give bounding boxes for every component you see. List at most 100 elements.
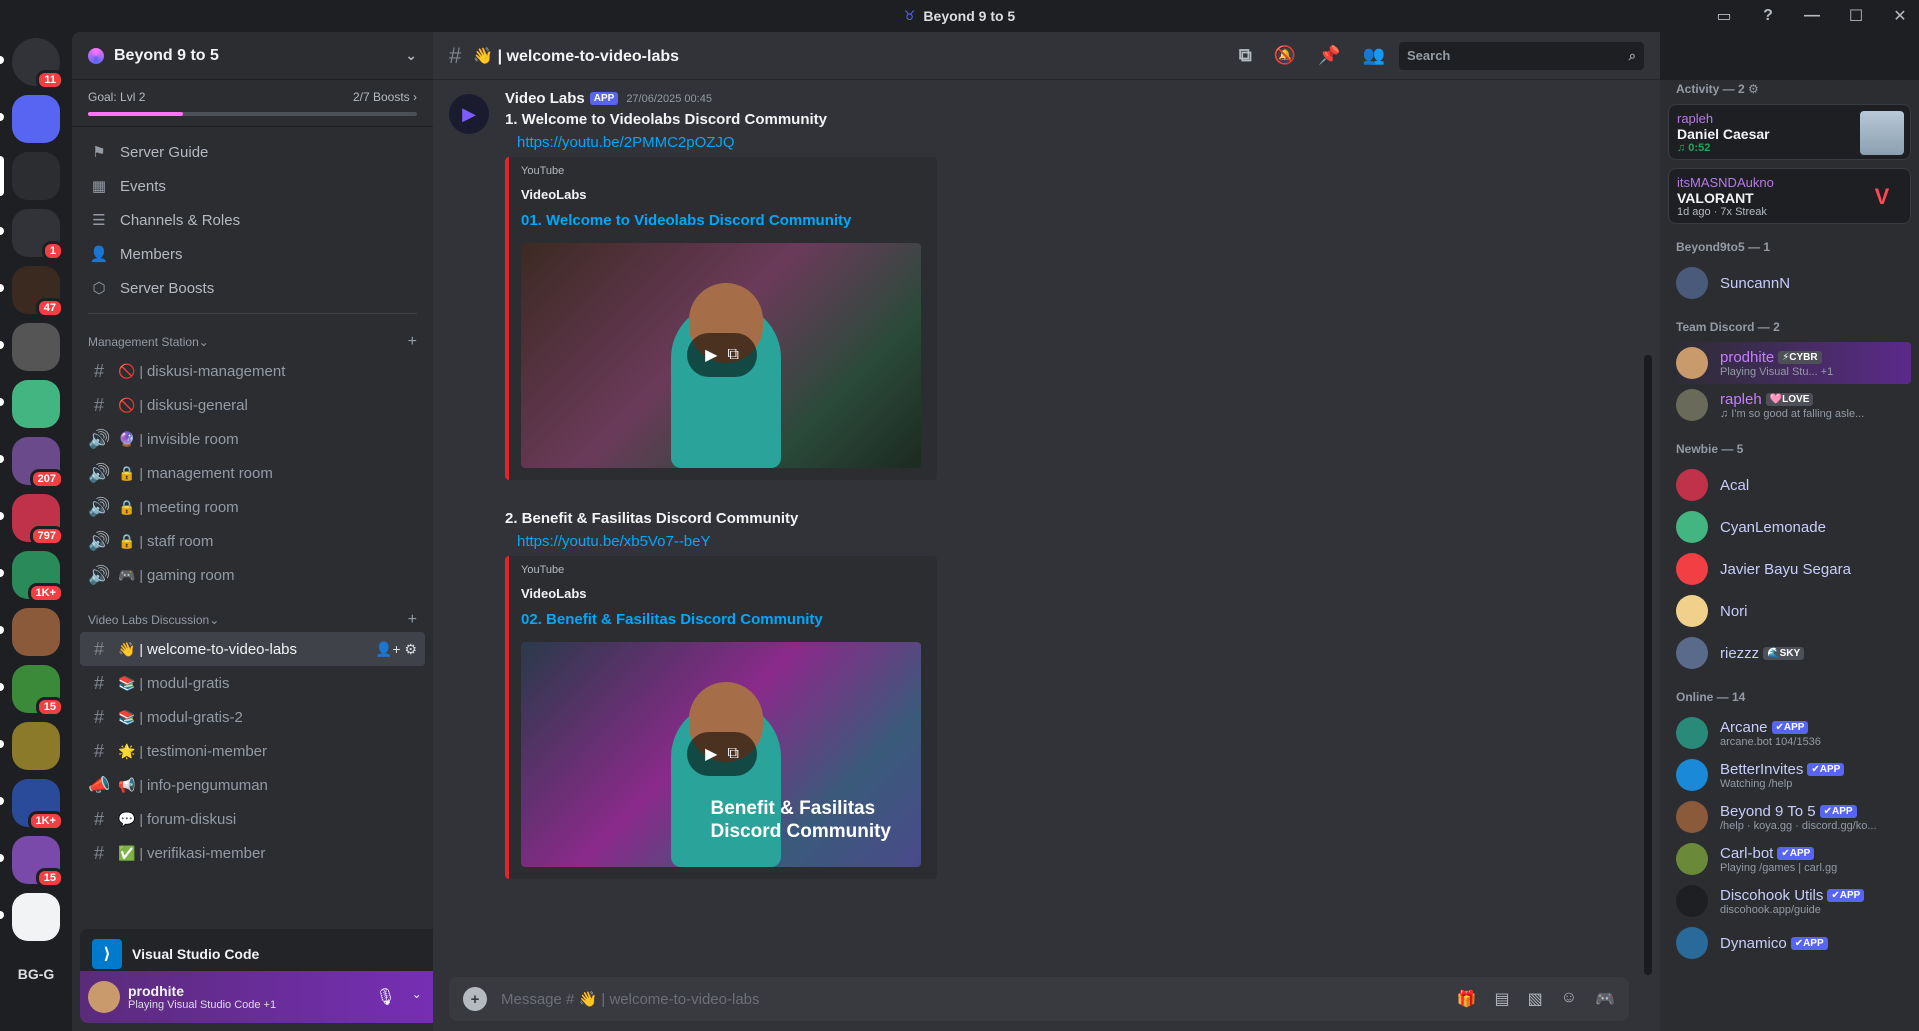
menu-item-channels-roles[interactable]: ☰ Channels & Roles (72, 203, 433, 237)
channel-verifikasi-member[interactable]: # ✅ | verifikasi-member (80, 836, 425, 870)
avatar[interactable]: ▶ (449, 94, 489, 134)
category-header[interactable]: Management Station ⌄ + (72, 330, 433, 354)
member-item[interactable]: riezzz 🌊SKY (1668, 632, 1911, 674)
sticker-icon[interactable]: ▧ (1528, 989, 1543, 1009)
member-item[interactable]: Beyond 9 To 5 ✔APP/help · koya.gg · disco… (1668, 796, 1911, 838)
threads-icon[interactable]: ⧉ (1239, 45, 1252, 66)
embed-author[interactable]: VideoLabs (521, 586, 925, 601)
channel-settings-icon[interactable]: 👤+ ⚙ (375, 641, 417, 658)
add-channel-icon[interactable]: + (408, 333, 417, 351)
channel-modul-gratis[interactable]: # 📚 | modul-gratis (80, 666, 425, 700)
notification-bell-icon[interactable]: 🔕 (1274, 45, 1296, 66)
member-list-icon[interactable]: 👥 (1363, 45, 1385, 66)
search-input[interactable]: Search ⌕ (1399, 41, 1644, 70)
server-icon-server-f[interactable] (0, 380, 60, 428)
menu-item-server-guide[interactable]: ⚑ Server Guide (72, 135, 433, 169)
embed-title[interactable]: 02. Benefit & Fasilitas Discord Communit… (521, 611, 925, 628)
server-icon-server-a[interactable] (0, 95, 60, 143)
apps-icon[interactable]: 🎮 (1595, 989, 1615, 1009)
member-item[interactable]: prodhite ⚡CYBR Playing Visual Stu... +1 (1668, 342, 1911, 384)
channel-testimoni-member[interactable]: # 🌟 | testimoni-member (80, 734, 425, 768)
channel-emoji: 👋 | (118, 640, 143, 657)
server-folder[interactable]: BG-G (12, 950, 60, 998)
add-channel-icon[interactable]: + (408, 611, 417, 629)
channel-meeting-room[interactable]: 🔊 🔒 | meeting room (80, 490, 425, 524)
chevron-down-icon[interactable]: ⌄ (412, 987, 422, 1007)
server-icon-server-g[interactable]: 207 (0, 437, 64, 489)
server-icon-server-n[interactable]: 15 (0, 836, 64, 888)
maximize-button[interactable]: ☐ (1845, 6, 1867, 26)
channel-staff-room[interactable]: 🔊 🔒 | staff room (80, 524, 425, 558)
channel-diskusi-general[interactable]: # 🚫 | diskusi-general (80, 388, 425, 422)
member-item[interactable]: Javier Bayu Segara (1668, 548, 1911, 590)
youtube-link[interactable]: https://youtu.be/2PMMC2pOZJQ (517, 134, 1660, 151)
scrollbar[interactable] (1644, 355, 1652, 975)
channel-diskusi-management[interactable]: # 🚫 | diskusi-management (80, 354, 425, 388)
gift-icon[interactable]: 🎁 (1457, 989, 1477, 1009)
server-icon-server-i[interactable]: 1K+ (0, 551, 64, 603)
server-icon-server-d[interactable]: 47 (0, 266, 64, 318)
embed-provider[interactable]: YouTube (521, 564, 925, 576)
member-name-row: Acal (1720, 477, 1749, 494)
add-attachment-button[interactable]: + (463, 987, 487, 1011)
window-title: Beyond 9 to 5 (923, 8, 1016, 24)
menu-item-server-boosts[interactable]: ⬡ Server Boosts (72, 271, 433, 305)
server-icon-server-b[interactable] (0, 152, 60, 200)
member-item[interactable]: Discohook Utils ✔APP discohook.app/guide (1668, 880, 1911, 922)
member-item[interactable]: BetterInvites ✔APP Watching /help (1668, 754, 1911, 796)
video-thumbnail[interactable]: ▶ ⧉ (521, 243, 921, 468)
server-icon-server-e[interactable] (0, 323, 60, 371)
embed-title[interactable]: 01. Welcome to Videolabs Discord Communi… (521, 212, 925, 229)
server-icon-server-k[interactable]: 15 (0, 665, 64, 717)
server-icon-discord-home[interactable]: 11 (0, 38, 64, 90)
member-item[interactable]: Nori (1668, 590, 1911, 632)
guild-header[interactable]: Beyond 9 to 5 ⌄ (72, 32, 433, 80)
message-input[interactable]: + Message # 👋 | welcome-to-video-labs 🎁 … (449, 977, 1629, 1021)
category-header[interactable]: Video Labs Discussion ⌄ + (72, 608, 433, 632)
server-icon-server-l[interactable] (0, 722, 60, 770)
member-item[interactable]: rapleh 🩷LOVE ♫ I'm so good at falling asle… (1668, 384, 1911, 426)
microphone-icon[interactable]: 🎙 (375, 987, 395, 1007)
server-icon-server-o[interactable] (0, 893, 60, 941)
activity-card[interactable]: rapleh Daniel Caesar ♫ 0:52 (1668, 104, 1911, 160)
avatar[interactable] (88, 981, 120, 1013)
member-item[interactable]: SuncannN (1668, 262, 1911, 304)
announcement-icon: 📣 (88, 774, 111, 795)
inbox-icon[interactable]: ▭ (1713, 6, 1735, 26)
gear-icon[interactable]: ⚙ (1748, 82, 1759, 96)
embed-provider[interactable]: YouTube (521, 165, 925, 177)
message-author[interactable]: Video Labs (505, 90, 585, 107)
member-item[interactable]: Dynamico ✔APP (1668, 922, 1911, 964)
menu-item-members[interactable]: 👤 Members (72, 237, 433, 271)
activity-card[interactable]: itsMASNDAukno VALORANT 1d ago · 7x Streak V (1668, 168, 1911, 224)
video-thumbnail[interactable]: ▶ ⧉ Benefit & Fasilitas Discord Community (521, 642, 921, 867)
gif-icon[interactable]: ▤ (1494, 989, 1509, 1009)
boost-goal[interactable]: Goal: Lvl 2 2/7 Boosts › (72, 80, 433, 127)
channel-modul-gratis-2[interactable]: # 📚 | modul-gratis-2 (80, 700, 425, 734)
channel-welcome-to-video-labs[interactable]: # 👋 | welcome-to-video-labs 👤+ ⚙ (80, 632, 425, 666)
server-icon-server-c[interactable]: 1 (0, 209, 64, 261)
member-item[interactable]: Acal (1668, 464, 1911, 506)
server-icon-server-j[interactable] (0, 608, 60, 656)
member-item[interactable]: Arcane ✔APP arcane.bot 104/1536 (1668, 712, 1911, 754)
member-status: discohook.app/guide (1720, 903, 1821, 916)
pin-icon[interactable]: 📌 (1318, 45, 1340, 66)
emoji-icon[interactable]: ☺ (1561, 989, 1577, 1009)
minimize-button[interactable]: — (1801, 7, 1823, 25)
member-item[interactable]: Carl-bot ✔APP Playing /games | carl.gg (1668, 838, 1911, 880)
menu-item-events[interactable]: ▦ Events (72, 169, 433, 203)
channel-forum-diskusi[interactable]: # 💬 | forum-diskusi (80, 802, 425, 836)
server-icon-server-h[interactable]: 797 (0, 494, 64, 546)
channel-info-pengumuman[interactable]: 📣 📢 | info-pengumuman (80, 768, 425, 802)
member-item[interactable]: CyanLemonade (1668, 506, 1911, 548)
server-icon-server-m[interactable]: 1K+ (0, 779, 64, 831)
play-button[interactable]: ▶ ⧉ (687, 732, 757, 776)
youtube-link[interactable]: https://youtu.be/xb5Vo7--beY (517, 533, 1660, 550)
play-button[interactable]: ▶ ⧉ (687, 333, 757, 377)
channel-management-room[interactable]: 🔊 🔒 | management room (80, 456, 425, 490)
channel-gaming-room[interactable]: 🔊 🎮 | gaming room (80, 558, 425, 592)
close-button[interactable]: ✕ (1889, 6, 1911, 26)
embed-author[interactable]: VideoLabs (521, 187, 925, 202)
channel-invisible-room[interactable]: 🔊 🔮 | invisible room (80, 422, 425, 456)
help-icon[interactable]: ? (1757, 7, 1779, 25)
